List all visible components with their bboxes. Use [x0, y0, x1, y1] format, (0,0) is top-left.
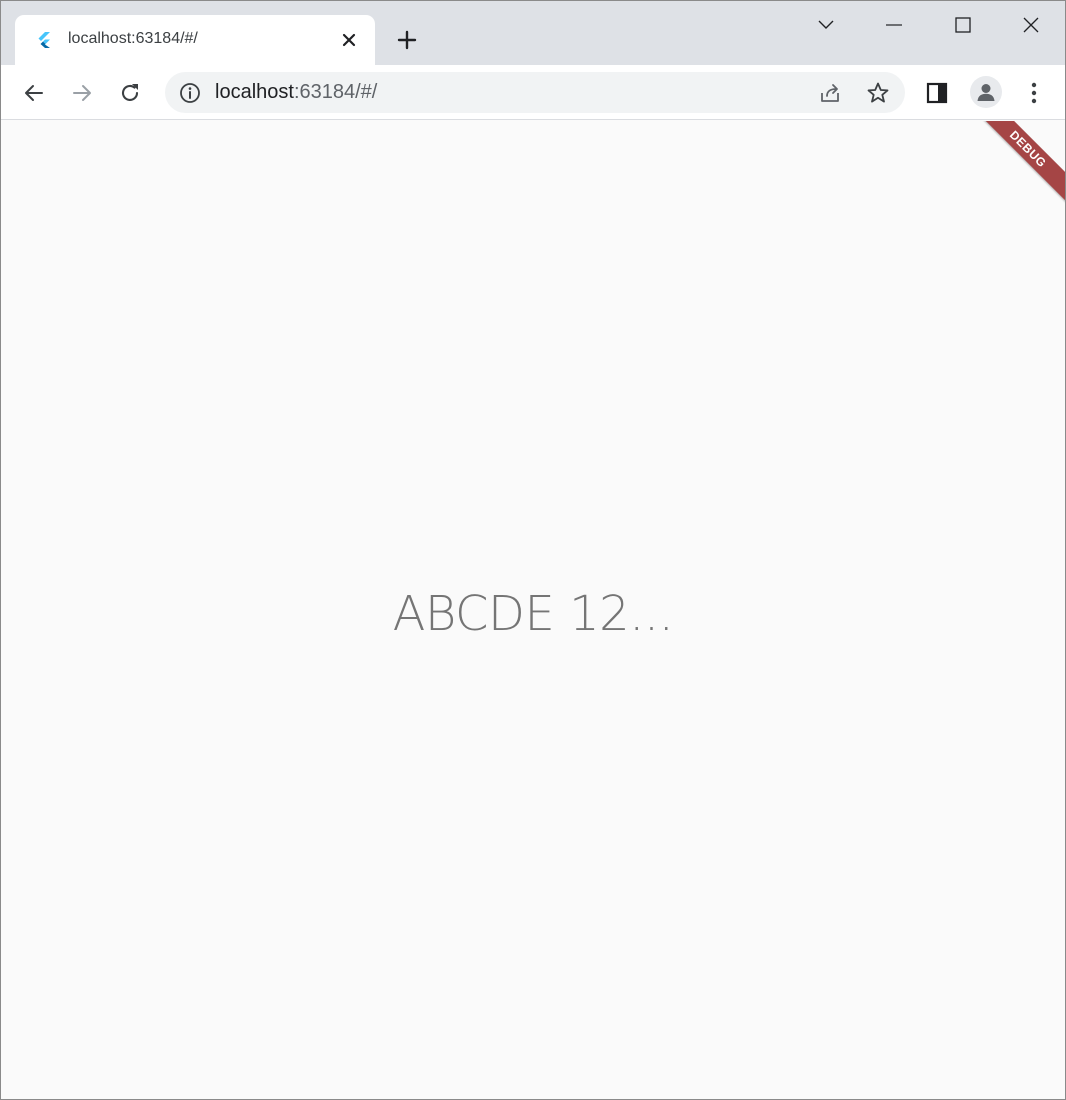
minimize-icon[interactable]: [874, 9, 914, 41]
tab-search-icon[interactable]: [806, 9, 846, 41]
back-arrow-icon[interactable]: [18, 77, 50, 109]
info-icon[interactable]: [179, 82, 201, 104]
url-path: :63184/#/: [293, 81, 378, 103]
tab-localhost[interactable]: localhost:63184/#/: [15, 15, 375, 65]
center-text: ABCDE 12...: [392, 586, 674, 642]
reload-icon[interactable]: [114, 77, 146, 109]
debug-banner: DEBUG: [967, 121, 1065, 210]
kebab-menu-icon[interactable]: [1018, 77, 1050, 109]
page-content: ABCDE 12... DEBUG: [1, 121, 1065, 1099]
tab-title: localhost:63184/#/: [68, 30, 198, 47]
close-tab-icon[interactable]: [339, 30, 359, 50]
flutter-icon: [35, 31, 53, 49]
new-tab-icon[interactable]: [395, 28, 419, 52]
url-text[interactable]: localhost:63184/#/: [215, 81, 377, 104]
profile-avatar-icon[interactable]: [970, 76, 1002, 108]
share-icon[interactable]: [815, 78, 845, 108]
address-bar[interactable]: localhost:63184/#/: [165, 72, 905, 113]
forward-arrow-icon[interactable]: [66, 77, 98, 109]
tab-strip: localhost:63184/#/: [1, 1, 1065, 65]
bookmark-star-icon[interactable]: [863, 78, 893, 108]
close-window-icon[interactable]: [1011, 9, 1051, 41]
maximize-icon[interactable]: [943, 9, 983, 41]
url-host: localhost: [215, 81, 294, 103]
browser-window: localhost:63184/#/ localhost:63184/#/ AB…: [0, 0, 1066, 1100]
browser-toolbar: localhost:63184/#/: [1, 65, 1065, 120]
side-panel-icon[interactable]: [921, 77, 953, 109]
